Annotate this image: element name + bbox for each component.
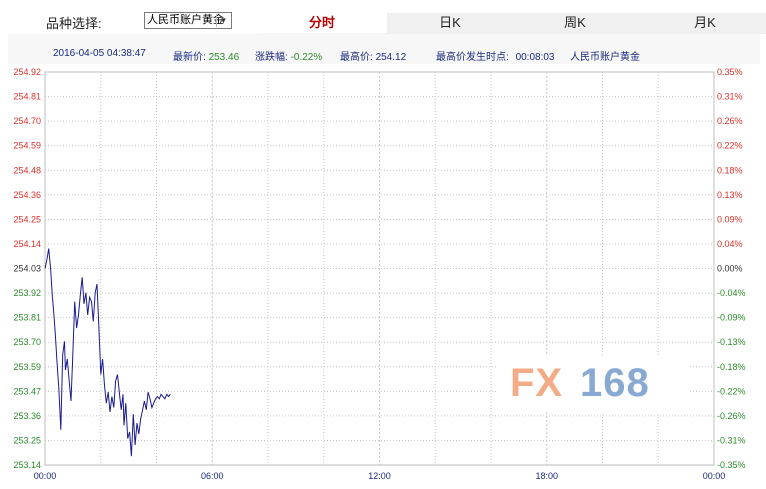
y-tick-label-left: 253.92 xyxy=(13,288,41,298)
y-tick-label-left: 253.70 xyxy=(13,337,41,347)
quote-info-bar: 2016-04-05 04:38:47 最新价: 253.46 涨跌幅: -0.… xyxy=(8,34,760,64)
y-tick-label-left: 253.14 xyxy=(13,460,41,470)
high-price-value: 254.12 xyxy=(375,52,407,63)
y-tick-label-right: 0.22% xyxy=(717,141,743,151)
y-tick-label-right: -0.26% xyxy=(717,411,746,421)
high-time-label: 最高价发生时点: xyxy=(436,52,509,63)
latest-price-value: 253.46 xyxy=(208,52,240,63)
y-tick-label-left: 254.92 xyxy=(13,67,41,77)
y-tick-label-right: -0.04% xyxy=(717,288,746,298)
high-price-label: 最高价: xyxy=(340,52,373,63)
y-tick-label-left: 253.81 xyxy=(13,313,41,323)
y-tick-label-left: 254.03 xyxy=(13,264,41,274)
y-tick-label-left: 253.25 xyxy=(13,435,41,445)
y-tick-label-right: 0.18% xyxy=(717,165,743,175)
x-tick-label: 12:00 xyxy=(368,471,391,481)
y-tick-label-right: -0.22% xyxy=(717,386,746,396)
y-tick-label-left: 254.36 xyxy=(13,190,41,200)
y-tick-label-right: -0.18% xyxy=(717,362,746,372)
high-price: 最高价: 254.12 xyxy=(340,48,406,63)
quote-datetime: 2016-04-05 04:38:47 xyxy=(53,48,146,59)
fx168-logo: FX 168 xyxy=(498,355,688,412)
y-tick-label-left: 253.36 xyxy=(13,411,41,421)
y-tick-label-right: -0.13% xyxy=(717,337,746,347)
y-tick-label-left: 253.47 xyxy=(13,386,41,396)
product-select-value: 人民币账户黄金 xyxy=(147,14,224,26)
y-tick-label-right: 0.04% xyxy=(717,239,743,249)
y-tick-label-left: 254.59 xyxy=(13,141,41,151)
y-tick-label-right: -0.09% xyxy=(717,313,746,323)
product-name: 人民币账户黄金 xyxy=(570,52,640,63)
change-percent-label: 涨跌幅: xyxy=(255,52,288,63)
y-tick-label-left: 254.25 xyxy=(13,214,41,224)
latest-price-label: 最新价: xyxy=(173,52,206,63)
x-tick-label: 00:00 xyxy=(34,471,57,481)
product-select[interactable]: 人民币账户黄金 ▼ xyxy=(144,12,232,29)
high-time: 最高价发生时点: 00:08:03 xyxy=(436,48,555,63)
intraday-price-chart: 254.92 0.35% 254.81 0.31% 254.70 0.26% 254.59 0… xyxy=(13,67,746,481)
chevron-down-icon: ▼ xyxy=(216,14,230,27)
y-tick-label-right: 0.26% xyxy=(717,116,743,126)
latest-price: 最新价: 253.46 xyxy=(173,48,239,63)
y-tick-label-right: 0.35% xyxy=(717,67,743,77)
tab-daily-k[interactable]: 日K xyxy=(385,13,515,33)
y-tick-label-right: 0.00% xyxy=(717,264,743,274)
y-tick-label-left: 254.81 xyxy=(13,92,41,102)
y-tick-label-right: 0.31% xyxy=(717,92,743,102)
y-tick-label-left: 253.59 xyxy=(13,362,41,372)
product-selector-label: 品种选择: xyxy=(46,16,102,31)
x-tick-label: 18:00 xyxy=(535,471,558,481)
change-percent-value: -0.22% xyxy=(290,52,323,63)
tab-weekly-k[interactable]: 周K xyxy=(510,13,640,33)
y-tick-label-right: 0.13% xyxy=(717,190,743,200)
y-tick-label-right: -0.35% xyxy=(717,460,746,470)
y-tick-label-right: -0.31% xyxy=(717,435,746,445)
tab-monthly-k[interactable]: 月K xyxy=(640,13,766,33)
y-tick-label-left: 254.70 xyxy=(13,116,41,126)
y-tick-label-left: 254.14 xyxy=(13,239,41,249)
change-percent: 涨跌幅: -0.22% xyxy=(255,48,322,63)
y-tick-label-right: 0.09% xyxy=(717,214,743,224)
high-time-value: 00:08:03 xyxy=(515,52,555,63)
logo-text-168: 168 xyxy=(580,361,650,405)
y-tick-label-left: 254.48 xyxy=(13,165,41,175)
top-bar: 品种选择: 人民币账户黄金 ▼ 分时 日K 周K 月K xyxy=(0,0,766,34)
x-tick-label: 00:00 xyxy=(703,471,726,481)
logo-text-fx: FX xyxy=(510,361,564,405)
x-tick-label: 06:00 xyxy=(201,471,224,481)
tab-intraday[interactable]: 分时 xyxy=(257,13,387,33)
